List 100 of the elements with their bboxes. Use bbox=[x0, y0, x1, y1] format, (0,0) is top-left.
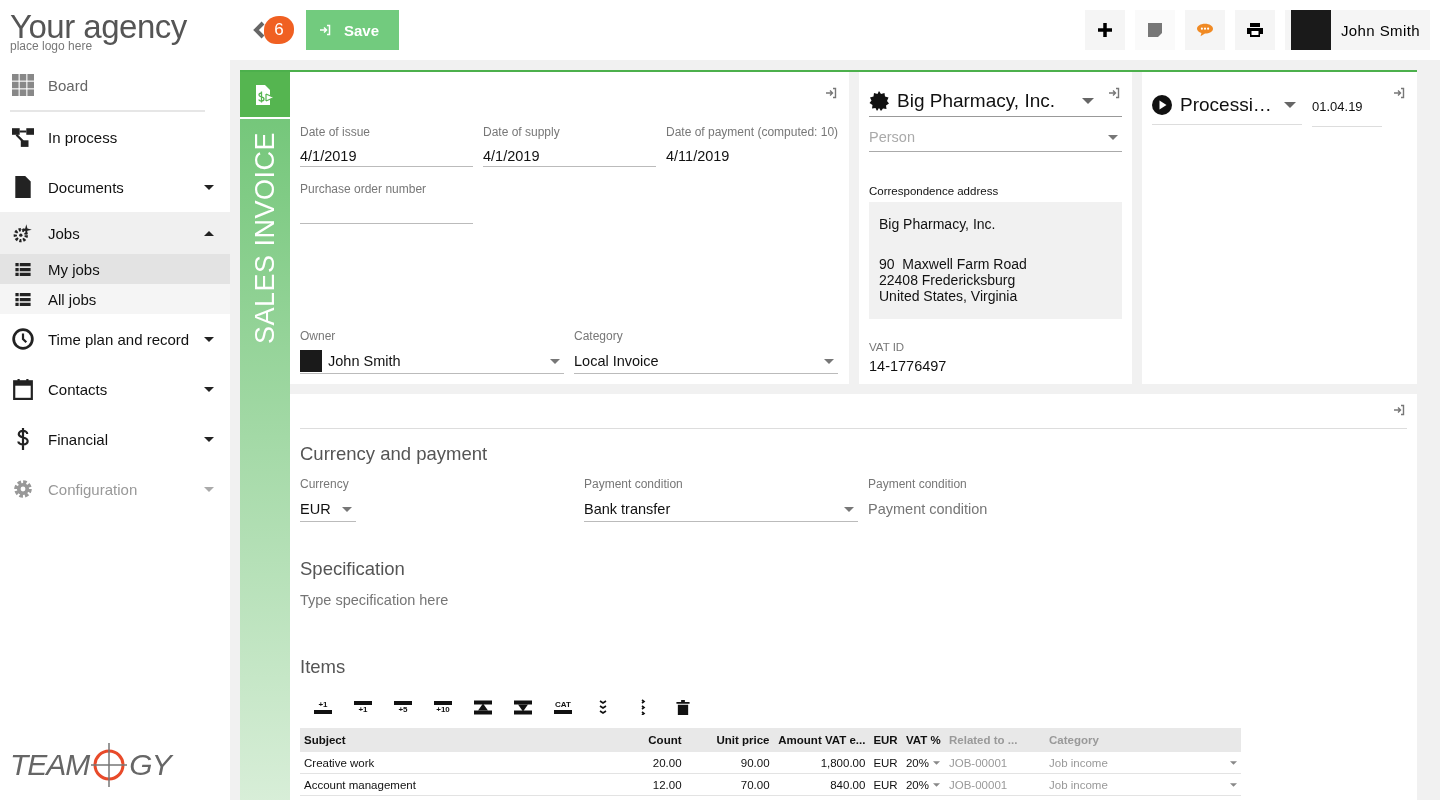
invoice-icon bbox=[254, 83, 276, 106]
add-rows-button[interactable]: +1 bbox=[350, 694, 376, 720]
enter-icon bbox=[318, 24, 332, 36]
sidebar-label: My jobs bbox=[48, 260, 100, 278]
caret-icon bbox=[824, 358, 834, 364]
sidebar-item[interactable]: My jobs bbox=[0, 254, 230, 284]
caret-icon bbox=[204, 184, 214, 190]
caret-icon bbox=[1082, 98, 1094, 104]
caret-icon bbox=[204, 436, 214, 442]
vat-dropdown[interactable]: 20% bbox=[901, 752, 945, 774]
add-row-button[interactable]: +1 bbox=[310, 694, 336, 720]
payment-condition-field[interactable]: Payment condition bbox=[868, 497, 1142, 521]
print-button[interactable] bbox=[1234, 10, 1275, 50]
table-cell: 20.00 bbox=[644, 752, 686, 774]
crosshair-icon bbox=[89, 740, 130, 790]
table-cell: 12.00 bbox=[644, 773, 686, 796]
avatar-placeholder bbox=[1290, 10, 1331, 50]
enter-icon[interactable] bbox=[825, 87, 837, 99]
enter-icon[interactable] bbox=[1393, 404, 1405, 416]
sidebar-label: Jobs bbox=[48, 224, 80, 242]
column-header: EUR bbox=[869, 728, 902, 752]
caret-icon bbox=[204, 486, 214, 492]
sidebar-item[interactable]: Documents bbox=[0, 162, 230, 212]
field-label: Date of supply bbox=[483, 125, 561, 139]
caret-icon bbox=[1230, 782, 1237, 787]
add-rows-button[interactable]: +10 bbox=[430, 694, 456, 720]
caret-icon bbox=[1108, 134, 1118, 140]
enter-icon[interactable] bbox=[1108, 87, 1120, 99]
section-title: Currency and payment bbox=[300, 443, 489, 465]
field-label: Category bbox=[574, 329, 624, 343]
list-icon bbox=[15, 262, 31, 276]
note-button[interactable] bbox=[1134, 10, 1175, 50]
status-dropdown[interactable]: Processi… bbox=[1152, 86, 1302, 125]
column-header: Subject bbox=[300, 728, 644, 752]
currency-dropdown[interactable]: EUR bbox=[300, 497, 356, 522]
plus-icon bbox=[1096, 23, 1113, 37]
field-label: Date of issue bbox=[300, 125, 372, 139]
avatar-placeholder bbox=[300, 350, 322, 372]
user-button[interactable]: John Smith bbox=[1284, 10, 1430, 50]
move-up-icon bbox=[473, 699, 493, 715]
table-cell: Creative work bbox=[300, 752, 644, 774]
document-type-label: SALES INVOICE bbox=[249, 132, 281, 345]
add-row-button[interactable]: CAT bbox=[550, 694, 576, 720]
sidebar-item[interactable]: In process bbox=[0, 112, 230, 162]
table-cell: EUR bbox=[869, 752, 902, 774]
field-label: Correspondence address bbox=[869, 185, 1000, 198]
field-label: Payment condition bbox=[868, 477, 968, 491]
sidebar-item[interactable]: Board bbox=[0, 60, 230, 110]
print-icon bbox=[1246, 23, 1263, 37]
sidebar-label: Contacts bbox=[48, 380, 108, 398]
address-line: United States, Virginia bbox=[879, 288, 1019, 305]
owner-dropdown[interactable]: John Smith bbox=[300, 349, 564, 374]
field-label: Owner bbox=[300, 329, 337, 343]
sidebar-label: Documents bbox=[48, 178, 124, 196]
enter-icon[interactable] bbox=[1393, 87, 1405, 99]
add-button[interactable] bbox=[1084, 10, 1125, 50]
table-cell: JOB-00001 bbox=[945, 752, 1045, 774]
table-cell: 1,800.00 bbox=[773, 752, 870, 774]
back-icon[interactable] bbox=[252, 21, 266, 39]
date-field[interactable]: 01.04.19 bbox=[1312, 86, 1382, 127]
address-line: 22408 Fredericksburg bbox=[879, 272, 1017, 289]
sidebar-label: Financial bbox=[48, 430, 109, 448]
document-icon bbox=[12, 176, 34, 198]
bar-icon bbox=[553, 709, 573, 714]
table-cell: JOB-00001 bbox=[945, 773, 1045, 796]
sidebar-label: Time plan and record bbox=[48, 330, 190, 348]
caret-icon bbox=[844, 506, 854, 512]
table-cell: EUR bbox=[869, 773, 902, 796]
sidebar-item[interactable]: Time plan and record bbox=[0, 314, 230, 364]
field-label: Currency bbox=[300, 477, 350, 491]
date-field[interactable]: 4/1/2019 bbox=[300, 145, 473, 167]
sidebar-item[interactable]: Jobs bbox=[0, 212, 230, 254]
sidebar-item[interactable]: Contacts bbox=[0, 364, 230, 414]
add-rows-button[interactable]: +5 bbox=[390, 694, 416, 720]
clock-icon bbox=[12, 328, 34, 350]
sidebar-label: All jobs bbox=[48, 290, 97, 308]
field-value: 14-1776497 bbox=[869, 358, 948, 374]
payment-dropdown[interactable]: Bank transfer bbox=[584, 497, 858, 522]
sidebar-item[interactable]: All jobs bbox=[0, 284, 230, 314]
column-header: Unit price bbox=[685, 728, 774, 752]
address-line: 90 Maxwell Farm Road bbox=[879, 256, 1028, 273]
column-header: Amount VAT e... bbox=[773, 728, 870, 752]
sidebar-item[interactable]: Financial bbox=[0, 414, 230, 464]
section-title: Specification bbox=[300, 558, 406, 580]
note-icon bbox=[1146, 23, 1163, 37]
bar-icon bbox=[353, 700, 373, 705]
count-badge: 6 bbox=[264, 16, 294, 44]
company-dropdown[interactable]: Big Pharmacy, Inc. bbox=[869, 86, 1122, 117]
vat-dropdown[interactable]: 20% bbox=[901, 773, 945, 796]
chat-icon bbox=[1196, 23, 1213, 37]
sidebar-label: Configuration bbox=[48, 480, 138, 498]
field-label: Payment condition bbox=[584, 477, 684, 491]
caret-icon bbox=[1284, 102, 1296, 108]
date-field[interactable]: 4/1/2019 bbox=[483, 145, 656, 167]
field-label: Purchase order number bbox=[300, 182, 428, 196]
table-cell: 70.00 bbox=[685, 773, 774, 796]
category-dropdown[interactable]: Local Invoice bbox=[574, 349, 838, 374]
logo-text: TEAM bbox=[10, 748, 90, 782]
caret-icon bbox=[342, 506, 352, 512]
calendar-icon bbox=[12, 378, 34, 400]
